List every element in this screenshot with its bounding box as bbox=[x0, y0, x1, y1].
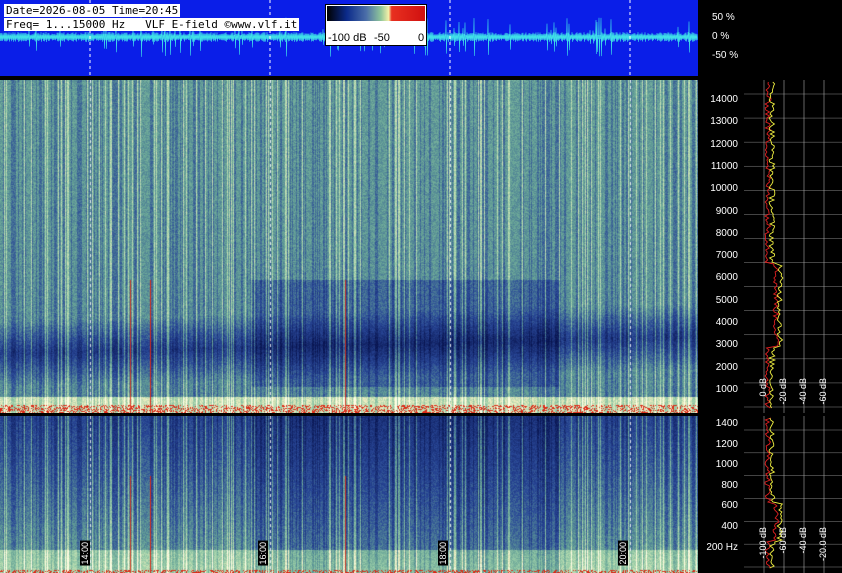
frequency-tick-label: 14000 bbox=[710, 94, 738, 105]
frequency-tick-label: 8000 bbox=[715, 227, 738, 239]
time-tick-label: 18:00 bbox=[438, 541, 448, 566]
color-scale-max-label: 0 bbox=[418, 32, 425, 44]
frequency-tick-label: 600 bbox=[721, 500, 738, 512]
color-scale-legend: -100 dB -50 0 bbox=[325, 4, 427, 46]
frequency-tick-label: 200 Hz bbox=[706, 541, 738, 553]
spectrogram-low-band bbox=[0, 416, 698, 573]
spectrum-profile-full-band bbox=[744, 80, 842, 413]
frequency-tick-label: 9000 bbox=[715, 205, 738, 217]
time-tick-label: 16:00 bbox=[258, 541, 268, 566]
frequency-tick-label: 3000 bbox=[715, 339, 738, 351]
waveform-panel: Date=2026-08-05 Time=20:45 Freq= 1...150… bbox=[0, 0, 698, 76]
frequency-tick-label: 1000 bbox=[715, 383, 738, 395]
frequency-tick-label: 2000 bbox=[715, 361, 738, 373]
frequency-tick-label: 1200 bbox=[715, 438, 738, 450]
frequency-tick-label: 7000 bbox=[715, 250, 738, 262]
frequency-tick-label: 6000 bbox=[715, 272, 738, 284]
db-tick-label: -40 dB bbox=[798, 378, 808, 405]
frequency-tick-label: 4000 bbox=[715, 317, 738, 328]
color-scale-mid-label: -50 bbox=[374, 32, 390, 44]
waveform-scale-label: -50 % bbox=[712, 50, 739, 61]
color-scale-min-label: -100 dB bbox=[328, 32, 367, 44]
frequency-tick-label: 400 bbox=[721, 521, 738, 532]
db-tick-label: -60 dB bbox=[818, 378, 828, 405]
frequency-tick-label: 12000 bbox=[710, 138, 738, 150]
db-tick-label: -40 dB bbox=[798, 527, 808, 554]
frequency-tick-label: 1000 bbox=[715, 459, 738, 471]
frequency-tick-label: 800 bbox=[721, 479, 738, 491]
vlf-spectrogram-screen: Date=2026-08-05 Time=20:45 Freq= 1...150… bbox=[0, 0, 842, 573]
db-tick-label: -100 dB bbox=[758, 527, 768, 559]
color-scale-gradient bbox=[327, 6, 425, 21]
frequency-tick-label: 1400 bbox=[715, 418, 738, 429]
db-tick-label: 0 dB bbox=[758, 378, 768, 397]
frequency-tick-label: 11000 bbox=[710, 160, 738, 172]
spectrogram-full-band bbox=[0, 80, 698, 413]
db-tick-label: -60 dB bbox=[778, 527, 788, 554]
waveform-scale-label: 50 % bbox=[712, 12, 735, 23]
time-tick-label: 20:00 bbox=[618, 541, 628, 566]
waveform-scale-label: 0 % bbox=[712, 31, 730, 42]
frequency-tick-label: 10000 bbox=[710, 183, 738, 195]
db-tick-label: -20.0 dB bbox=[818, 527, 828, 562]
frequency-tick-label: 5000 bbox=[715, 294, 738, 306]
date-time-label: Date=2026-08-05 Time=20:45 bbox=[4, 4, 181, 17]
time-tick-label: 14:00 bbox=[80, 541, 90, 566]
db-tick-label: -20 dB bbox=[778, 378, 788, 405]
frequency-tick-label: 13000 bbox=[710, 116, 738, 128]
frequency-info-label: Freq= 1...15000 Hz VLF E-field ©www.vlf.… bbox=[4, 18, 300, 31]
